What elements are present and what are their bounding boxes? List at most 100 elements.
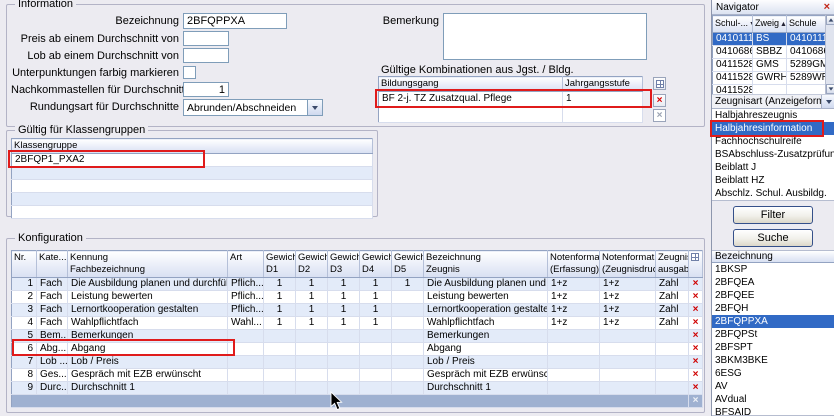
cell-gewicht-d5[interactable] (392, 304, 424, 317)
school-row[interactable]: 04101114 BS 04101114 (713, 33, 826, 46)
cell-art[interactable] (228, 330, 264, 343)
bezeichnung-input[interactable] (183, 13, 287, 29)
konfig-row[interactable]: 7 Lob ... Lob / Preis Lob / Preis × (12, 356, 703, 369)
zeugnisart-item[interactable]: Beiblatt HZ (712, 174, 834, 187)
dropdown-arrow-icon[interactable] (821, 95, 834, 108)
cell-gewicht-d4[interactable] (360, 369, 392, 382)
cell-nr[interactable]: 8 (12, 369, 37, 382)
delete-row-icon[interactable]: × (689, 382, 703, 395)
cell-notenformat-zeugnisdruck[interactable] (600, 343, 656, 356)
cell-gewicht-d4[interactable]: 1 (360, 317, 392, 330)
cell-notenformat-zeugnisdruck[interactable] (600, 356, 656, 369)
bezeichnung-item[interactable]: 2BFQEE (712, 289, 834, 302)
bezeichnung-item[interactable]: BFSAID (712, 406, 834, 416)
schools-scrollbar[interactable] (825, 15, 834, 94)
zeugnisart-select[interactable]: Zeugnisart (Anzeigeform) (712, 94, 834, 109)
column-options-icon[interactable] (689, 251, 703, 278)
cell-notenformat-erfassung[interactable] (548, 369, 600, 382)
bemerkung-textarea[interactable] (443, 13, 647, 60)
cell-gewicht-d4[interactable] (360, 330, 392, 343)
zeugnisart-item[interactable]: Beiblatt J (712, 161, 834, 174)
suche-button[interactable]: Suche (733, 229, 813, 247)
delete-row-icon[interactable]: × (689, 317, 703, 330)
cell-gewicht-d5[interactable]: 1 (392, 278, 424, 291)
cell-zeugnis[interactable]: Gespräch mit EZB erwünscht (424, 369, 548, 382)
cell-gewicht-d2[interactable] (296, 343, 328, 356)
cell-nr[interactable]: 7 (12, 356, 37, 369)
konfig-row[interactable]: 5 Bem... Bemerkungen Bemerkungen × (12, 330, 703, 343)
school-row[interactable]: 04115289 GMS 5289GMS (713, 59, 826, 72)
cell-kategorie[interactable]: Lob ... (37, 356, 68, 369)
cell-art[interactable]: Pflich... (228, 304, 264, 317)
cell-schulnr[interactable]: 04115289 (713, 59, 753, 72)
cell-art[interactable]: Wahl... (228, 317, 264, 330)
empty-row[interactable] (12, 193, 373, 206)
konfig-row[interactable]: 6 Abg... Abgang Abgang × (12, 343, 703, 356)
cell-zweig[interactable]: SBBZ (753, 46, 787, 59)
cell-nr[interactable]: 3 (12, 304, 37, 317)
col-header-gewicht-d1[interactable]: Gewicht D1 (264, 251, 296, 278)
empty-row[interactable] (12, 180, 373, 193)
cell-zeugnisausgabe[interactable]: Zahl (656, 278, 689, 291)
clear-kombination-icon[interactable]: × (653, 109, 666, 122)
cell-gewicht-d2[interactable]: 1 (296, 278, 328, 291)
cell-notenformat-zeugnisdruck[interactable]: 1+z (600, 304, 656, 317)
cell-kennung[interactable]: Abgang (68, 343, 228, 356)
cell-gewicht-d1[interactable] (264, 356, 296, 369)
cell-zweig[interactable]: GMS (753, 59, 787, 72)
preis-input[interactable] (183, 31, 229, 46)
cell-schulnr[interactable]: 04101114 (713, 33, 753, 46)
filter-button[interactable]: Filter (733, 206, 813, 224)
cell-zeugnisausgabe[interactable] (656, 369, 689, 382)
cell-gewicht-d1[interactable] (264, 343, 296, 356)
cell-zeugnis[interactable]: Lob / Preis (424, 356, 548, 369)
cell-gewicht-d3[interactable] (328, 369, 360, 382)
cell-gewicht-d4[interactable] (360, 356, 392, 369)
cell-zeugnisausgabe[interactable]: Zahl (656, 317, 689, 330)
lob-input[interactable] (183, 48, 229, 63)
cell-gewicht-d5[interactable] (392, 382, 424, 395)
cell-gewicht-d3[interactable]: 1 (328, 317, 360, 330)
konfig-row[interactable]: 8 Ges... Gespräch mit EZB erwünscht Gesp… (12, 369, 703, 382)
delete-row-icon[interactable]: × (689, 343, 703, 356)
cell-notenformat-erfassung[interactable] (548, 382, 600, 395)
cell-zeugnis[interactable]: Leistung bewerten (424, 291, 548, 304)
cell-kennung[interactable]: Leistung bewerten (68, 291, 228, 304)
col-header-schulnr[interactable]: Schul-...▼1 (713, 16, 753, 33)
cell-gewicht-d3[interactable]: 1 (328, 291, 360, 304)
cell-notenformat-zeugnisdruck[interactable] (600, 382, 656, 395)
cell-zeugnisausgabe[interactable] (656, 356, 689, 369)
bezeichnung-item[interactable]: 6ESG (712, 367, 834, 380)
bezeichnung-item[interactable]: 2BFQEA (712, 276, 834, 289)
cell-gewicht-d4[interactable]: 1 (360, 291, 392, 304)
konfig-row[interactable]: 1 Fach Die Ausbildung planen und durchfü… (12, 278, 703, 291)
cell-schulnr[interactable]: 04106860 (713, 46, 753, 59)
cell-gewicht-d4[interactable] (360, 343, 392, 356)
cell-art[interactable] (228, 343, 264, 356)
cell-gewicht-d1[interactable] (264, 369, 296, 382)
cell-notenformat-zeugnisdruck[interactable]: 1+z (600, 291, 656, 304)
cell-notenformat-erfassung[interactable] (548, 343, 600, 356)
col-header-bildungsgang[interactable]: Bildungsgang (379, 77, 563, 92)
cell-nr[interactable]: 1 (12, 278, 37, 291)
cell-gewicht-d1[interactable]: 1 (264, 317, 296, 330)
cell-notenformat-zeugnisdruck[interactable] (600, 369, 656, 382)
cell-gewicht-d2[interactable]: 1 (296, 317, 328, 330)
cell-gewicht-d3[interactable] (328, 343, 360, 356)
cell-kennung[interactable]: Gespräch mit EZB erwünscht (68, 369, 228, 382)
cell-schule[interactable]: 04106860 (787, 46, 826, 59)
dropdown-arrow-icon[interactable] (307, 100, 322, 115)
konfig-new-row-selected[interactable]: × (12, 395, 703, 408)
cell-notenformat-erfassung[interactable]: 1+z (548, 304, 600, 317)
cell-zeugnis[interactable]: Die Ausbildung planen und durc... (424, 278, 548, 291)
col-header-gewicht-d4[interactable]: Gewicht D4 (360, 251, 392, 278)
col-header-schule[interactable]: Schule (787, 16, 826, 33)
konfig-row[interactable]: 9 Durc... Durchschnitt 1 Durchschnitt 1 … (12, 382, 703, 395)
col-header-nr[interactable]: Nr. (12, 251, 37, 278)
delete-row-icon[interactable]: × (689, 291, 703, 304)
cell-gewicht-d2[interactable] (296, 356, 328, 369)
cell-kategorie[interactable]: Bem... (37, 330, 68, 343)
cell-kategorie[interactable]: Abg... (37, 343, 68, 356)
cell-gewicht-d3[interactable] (328, 330, 360, 343)
cell-kategorie[interactable]: Fach (37, 278, 68, 291)
